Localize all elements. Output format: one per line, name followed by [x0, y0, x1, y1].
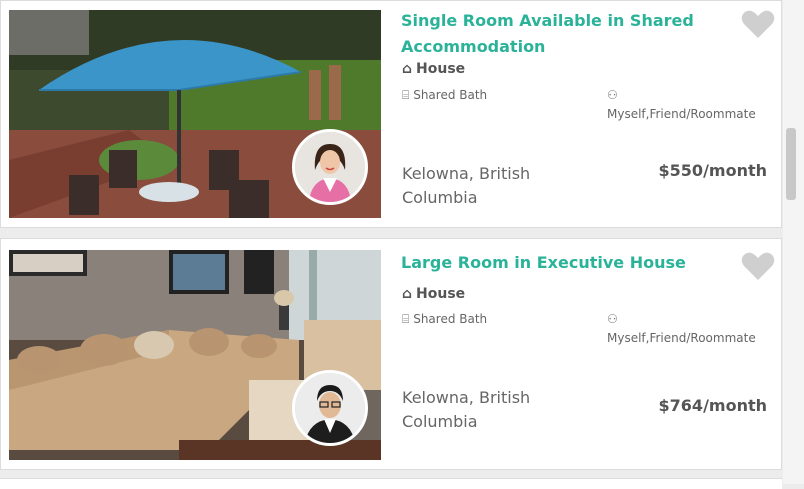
people-icon: ⚇: [607, 312, 618, 326]
host-avatar[interactable]: [292, 129, 368, 205]
occupant-type: Myself,Friend/Roommate: [607, 107, 756, 121]
scrollbar-thumb[interactable]: [786, 128, 796, 200]
house-icon: ⌂: [402, 286, 413, 302]
heart-icon[interactable]: [741, 9, 775, 39]
listing-card[interactable]: Large Room in Executive House ⌂ House ⌸ Sh…: [0, 238, 782, 470]
listing-location: Kelowna, British Columbia: [402, 164, 531, 207]
bath-type: Shared Bath: [413, 312, 488, 326]
bath-type: Shared Bath: [413, 88, 488, 102]
listing-title[interactable]: Single Room Available in Shared Accommod…: [401, 8, 701, 60]
listing-location: Kelowna, British Columbia: [402, 388, 531, 431]
listing-price: $764/month: [658, 396, 767, 415]
house-icon: ⌂: [402, 61, 413, 77]
heart-icon[interactable]: [741, 251, 775, 281]
scrollbar-track[interactable]: [783, 0, 804, 484]
people-icon: ⚇: [607, 88, 618, 102]
property-type: House: [416, 61, 466, 77]
listing-title[interactable]: Large Room in Executive House: [401, 250, 701, 276]
property-type: House: [416, 286, 466, 302]
occupant-type: Myself,Friend/Roommate: [607, 331, 756, 345]
bath-icon: ⌸: [402, 312, 410, 326]
bath-icon: ⌸: [402, 88, 410, 102]
listing-card[interactable]: Single Room Available in Shared Accommod…: [0, 0, 782, 228]
host-avatar[interactable]: [292, 370, 368, 446]
listing-price: $550/month: [658, 161, 767, 180]
